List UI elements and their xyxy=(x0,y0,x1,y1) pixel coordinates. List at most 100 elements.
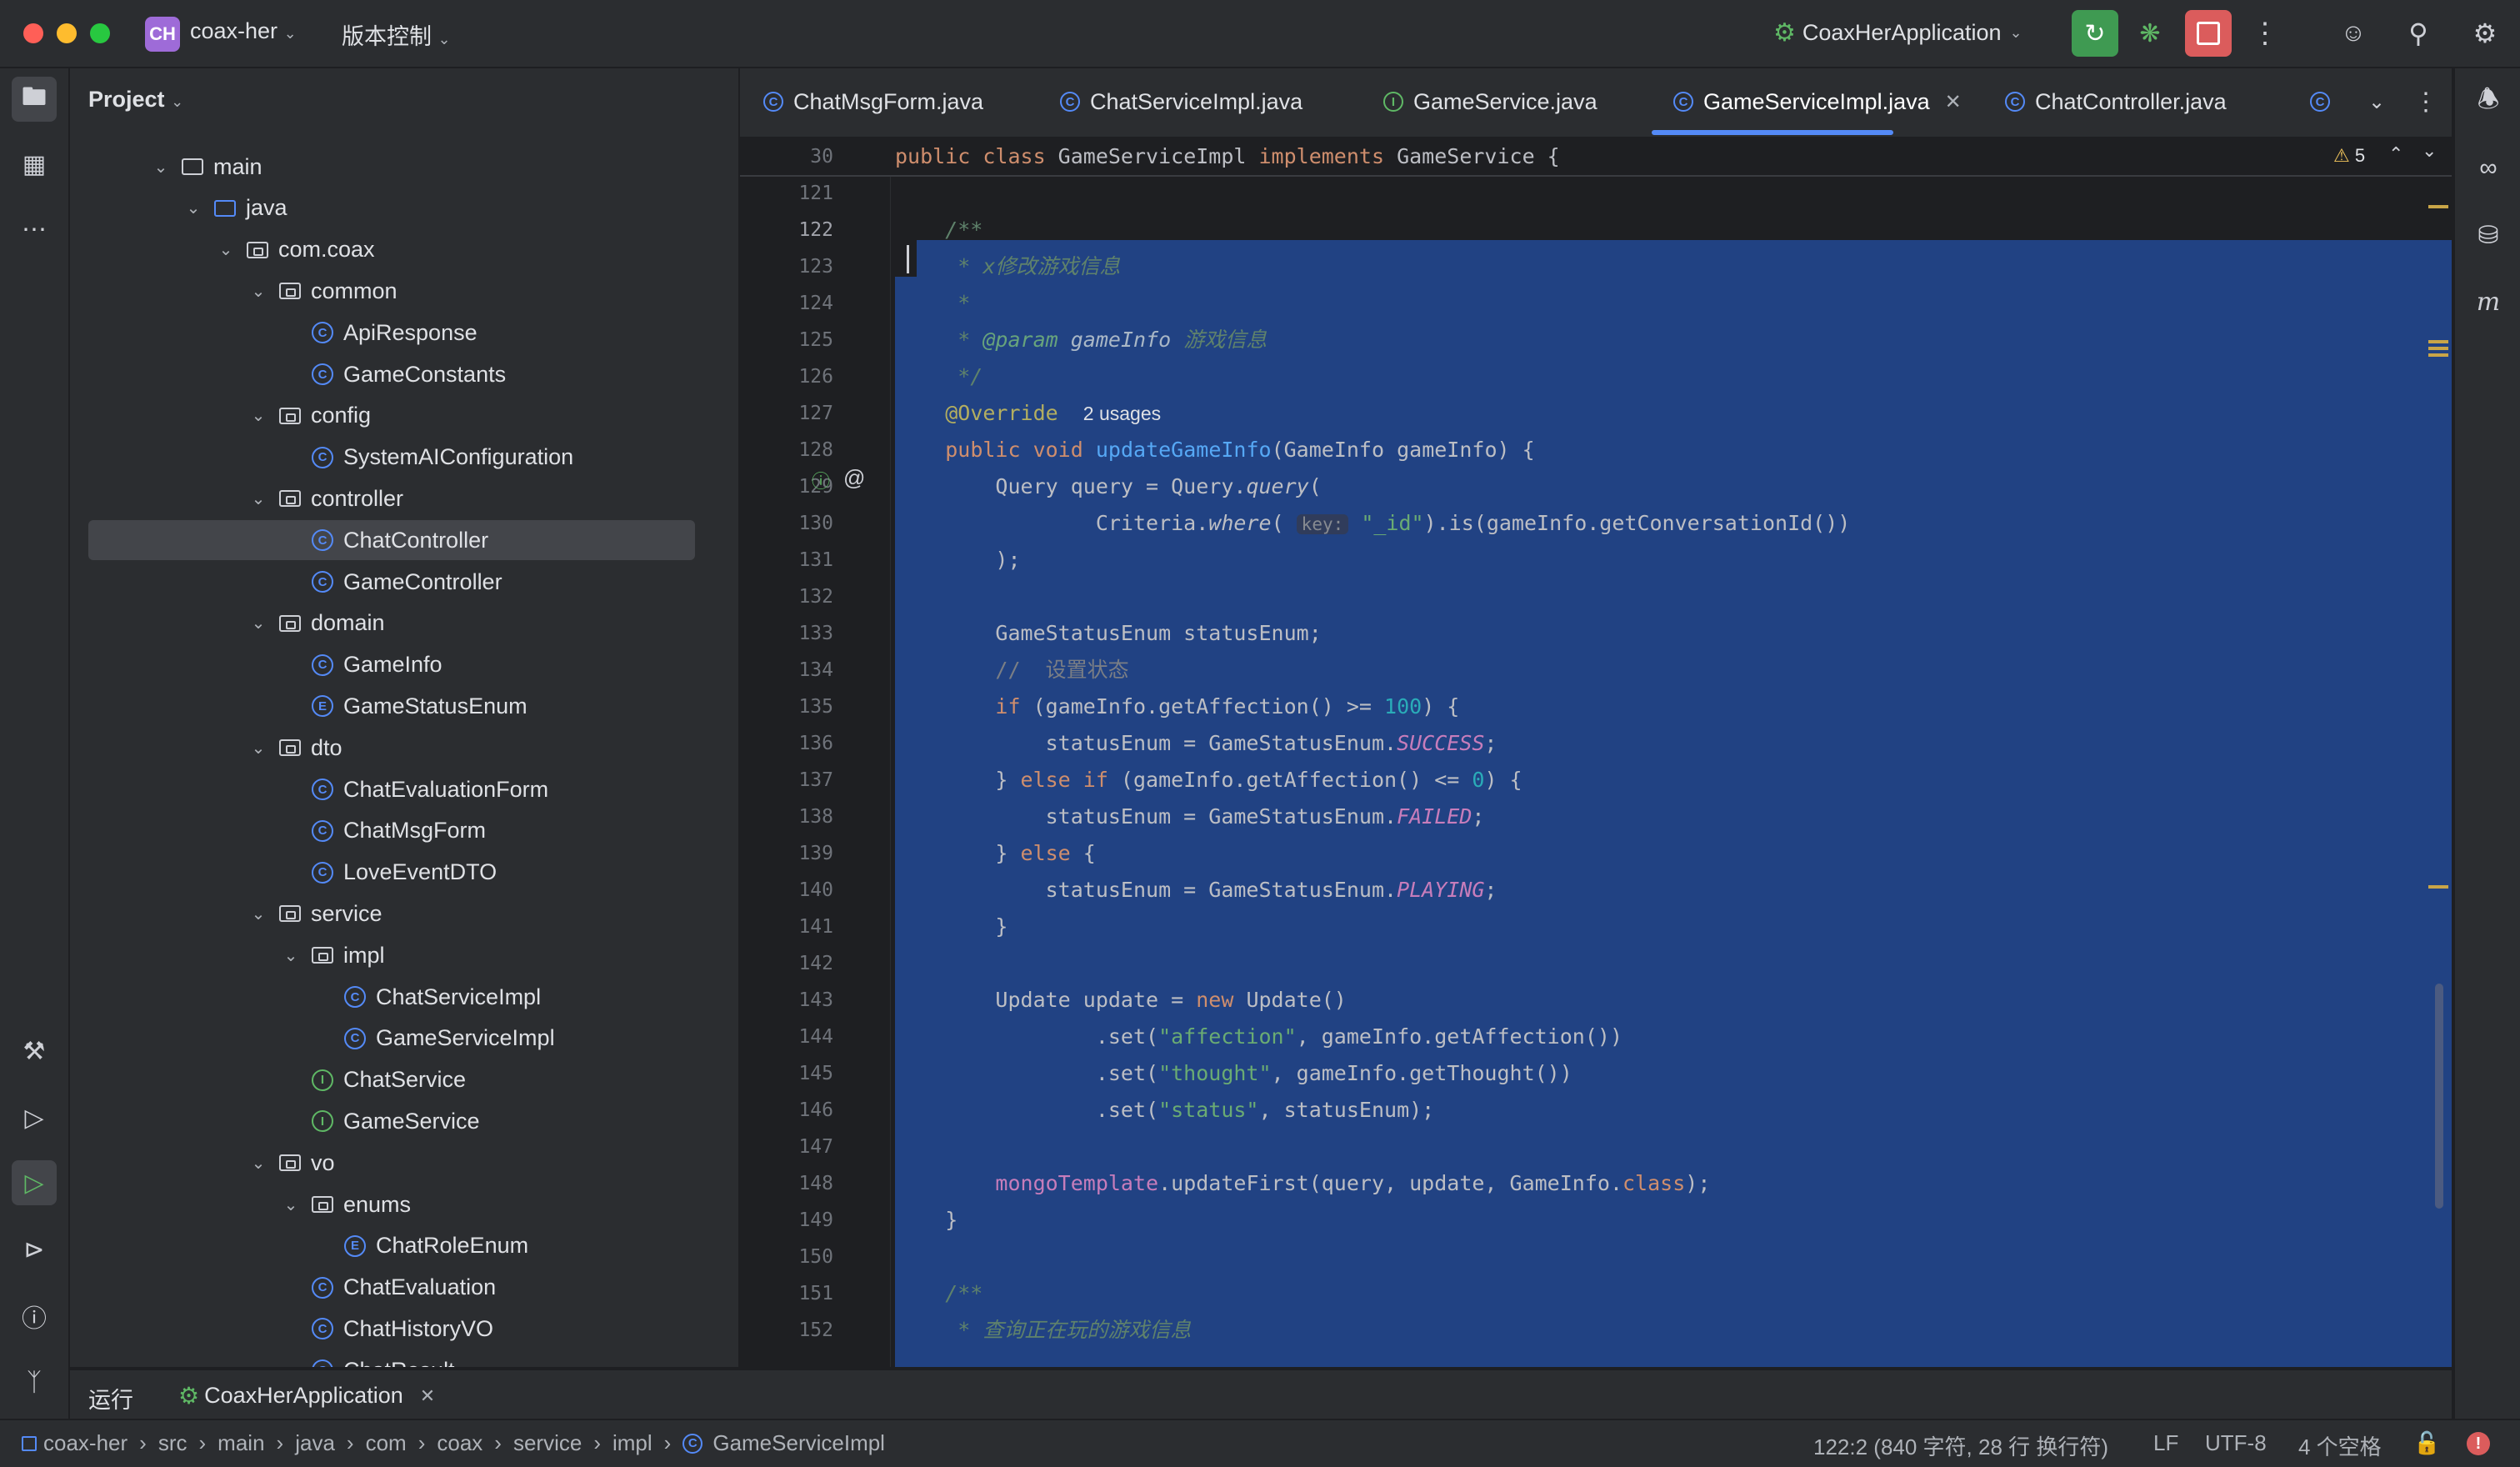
prev-highlight-button[interactable]: ⌃ xyxy=(2388,143,2403,165)
chevron-down-icon[interactable]: ⌄ xyxy=(249,1153,268,1174)
error-stripe-mark[interactable] xyxy=(2428,205,2448,208)
settings-button[interactable]: ⚙ xyxy=(2462,10,2508,57)
line-separator[interactable]: LF xyxy=(2153,1430,2178,1456)
close-tab-icon[interactable]: ✕ xyxy=(1945,90,1962,114)
tree-item[interactable]: ⌄ domain xyxy=(70,603,703,643)
tree-item[interactable]: C GameServiceImpl xyxy=(70,1019,703,1059)
tree-item[interactable]: ⌄ common xyxy=(70,271,703,311)
structure-tool-button[interactable]: ▦ xyxy=(12,142,57,187)
more-tools-button[interactable]: ⋯ xyxy=(12,207,57,252)
tree-item[interactable]: ⌄ vo xyxy=(70,1143,703,1183)
tree-item[interactable]: ⌄ main xyxy=(70,147,703,187)
search-button[interactable]: ⚲ xyxy=(2395,10,2442,57)
tree-item[interactable]: ⌄ controller xyxy=(70,478,703,518)
services-tool-button[interactable]: ▷ xyxy=(12,1095,57,1140)
chevron-down-icon[interactable]: ⌄ xyxy=(282,1194,300,1215)
run-config-selector[interactable]: ⚙ CoaxHerApplication ⌄ xyxy=(1773,18,2022,48)
breadcrumb-item[interactable]: GameServiceImpl xyxy=(712,1430,885,1456)
tree-item[interactable]: E GameStatusEnum xyxy=(70,686,703,726)
breadcrumb-item[interactable]: coax xyxy=(437,1430,482,1456)
tree-item[interactable]: ⌄ com.coax xyxy=(70,230,703,270)
run-config-tab[interactable]: ⚙ CoaxHerApplication ✕ xyxy=(178,1382,435,1409)
breadcrumb-item[interactable]: impl xyxy=(612,1430,652,1456)
override-gutter-icon[interactable]: @ xyxy=(843,465,865,491)
indent-setting[interactable]: 4 个空格 xyxy=(2298,1430,2382,1461)
tree-item[interactable]: C ChatEvaluation xyxy=(70,1268,703,1308)
build-tool-button[interactable]: ⚒ xyxy=(12,1029,57,1074)
chevron-down-icon[interactable]: ⌄ xyxy=(249,405,268,426)
tree-item[interactable]: C GameController xyxy=(70,562,703,602)
chevron-down-icon[interactable]: ⌄ xyxy=(152,157,170,178)
readonly-toggle[interactable]: 🔓 xyxy=(2413,1430,2440,1456)
breadcrumb-item[interactable]: src xyxy=(158,1430,188,1456)
error-stripe-mark[interactable] xyxy=(2428,347,2448,350)
more-actions-button[interactable]: ⋮ xyxy=(2242,10,2288,57)
tree-item[interactable]: C ChatMsgForm xyxy=(70,811,703,851)
chevron-down-icon[interactable]: ⌄ xyxy=(249,613,268,633)
tree-item[interactable]: I GameService xyxy=(70,1101,703,1141)
debug-button[interactable]: ❋ xyxy=(2127,10,2173,57)
tab-more-button[interactable]: ⋮ xyxy=(2413,68,2438,135)
tree-item[interactable]: ⌄ enums xyxy=(70,1184,703,1224)
sticky-scroll-line[interactable]: 30 public class GameServiceImpl implemen… xyxy=(740,138,2452,177)
next-highlight-button[interactable]: ⌄ xyxy=(2422,140,2437,162)
breadcrumb-item[interactable]: service xyxy=(513,1430,582,1456)
tree-item[interactable]: ⌄ service xyxy=(70,894,703,934)
error-stripe-mark[interactable] xyxy=(2428,340,2448,343)
tree-item[interactable]: ⌄ dto xyxy=(70,728,703,768)
chevron-down-icon[interactable]: ⌄ xyxy=(282,945,300,966)
stop-button[interactable] xyxy=(2185,10,2232,57)
vcs-menu[interactable]: 版本控制 ⌄ xyxy=(342,18,451,51)
breadcrumb-item[interactable]: java xyxy=(295,1430,335,1456)
editor-scrollbar[interactable] xyxy=(2435,984,2443,1209)
tree-item[interactable]: C LoveEventDTO xyxy=(70,853,703,893)
project-panel-header[interactable]: Project ⌄ xyxy=(88,87,183,113)
run-tool-button[interactable]: ▷ xyxy=(12,1160,57,1205)
breadcrumb-item[interactable]: com xyxy=(366,1430,407,1456)
close-tab-icon[interactable]: ✕ xyxy=(420,1385,435,1407)
tab-gameservice[interactable]: I GameService.java xyxy=(1383,68,1598,135)
tree-item[interactable]: C ChatController xyxy=(88,520,695,561)
zoom-window-button[interactable] xyxy=(90,23,110,43)
warnings-indicator[interactable]: ⚠ 5 xyxy=(2333,145,2365,167)
caret-position[interactable]: 122:2 (840 字符, 28 行 换行符) xyxy=(1813,1430,2108,1461)
tree-item[interactable]: C GameConstants xyxy=(70,354,703,394)
tree-item[interactable]: E ChatRoleEnum xyxy=(70,1226,703,1266)
error-stripe-mark[interactable] xyxy=(2428,885,2448,889)
chevron-down-icon[interactable]: ⌄ xyxy=(249,738,268,759)
account-button[interactable]: ☺ xyxy=(2330,10,2377,57)
breadcrumb-item[interactable]: main xyxy=(218,1430,264,1456)
terminal-tool-button[interactable]: ⊳ xyxy=(12,1227,57,1272)
code-area[interactable]: } /** * x修改游戏信息 * * @param gameInfo 游戏信息… xyxy=(895,138,2452,1367)
problems-tool-button[interactable]: ⓘ xyxy=(12,1294,57,1339)
chevron-down-icon[interactable]: ⌄ xyxy=(249,281,268,302)
error-report-icon[interactable]: ! xyxy=(2467,1432,2490,1455)
code-editor[interactable]: 1201211221231241251261271281291301311321… xyxy=(740,138,2452,1367)
tab-gameserviceimpl[interactable]: C GameServiceImpl.java ✕ xyxy=(1673,68,1962,135)
tree-item[interactable]: C ChatEvaluationForm xyxy=(70,769,703,809)
run-tab-title[interactable]: 运行 xyxy=(88,1382,133,1414)
tree-item[interactable]: C ApiResponse xyxy=(70,313,703,353)
tree-item[interactable]: ⌄ java xyxy=(70,188,703,228)
project-name-menu[interactable]: coax-her ⌄ xyxy=(190,18,297,44)
tree-item[interactable]: ⌄ config xyxy=(70,396,703,436)
close-window-button[interactable] xyxy=(23,23,43,43)
project-badge[interactable]: CH xyxy=(145,17,180,52)
minimize-window-button[interactable] xyxy=(57,23,77,43)
usages-hint[interactable]: 2 usages xyxy=(1083,403,1161,424)
breadcrumb-item[interactable]: coax-her xyxy=(43,1430,128,1456)
rerun-button[interactable]: ↻ xyxy=(2072,10,2118,57)
implements-gutter-icon[interactable]: ⓘ xyxy=(812,467,830,493)
file-encoding[interactable]: UTF-8 xyxy=(2205,1430,2267,1456)
project-tool-button[interactable]: 🖿 xyxy=(12,77,57,122)
line-number-gutter[interactable]: 1201211221231241251261271281291301311321… xyxy=(740,138,891,1367)
tab-chatserviceimpl[interactable]: C ChatServiceImpl.java xyxy=(1060,68,1302,135)
maven-button[interactable]: m xyxy=(2467,280,2510,323)
tab-list-button[interactable]: ⌄ xyxy=(2368,68,2385,135)
error-stripe-mark[interactable] xyxy=(2428,353,2448,357)
tree-item[interactable]: ⌄ impl xyxy=(70,935,703,975)
ai-assistant-button[interactable]: ∞ xyxy=(2467,147,2510,190)
tree-item[interactable]: C GameInfo xyxy=(70,645,703,685)
chevron-down-icon[interactable]: ⌄ xyxy=(249,904,268,924)
tree-item[interactable]: C ChatResult xyxy=(70,1350,703,1367)
